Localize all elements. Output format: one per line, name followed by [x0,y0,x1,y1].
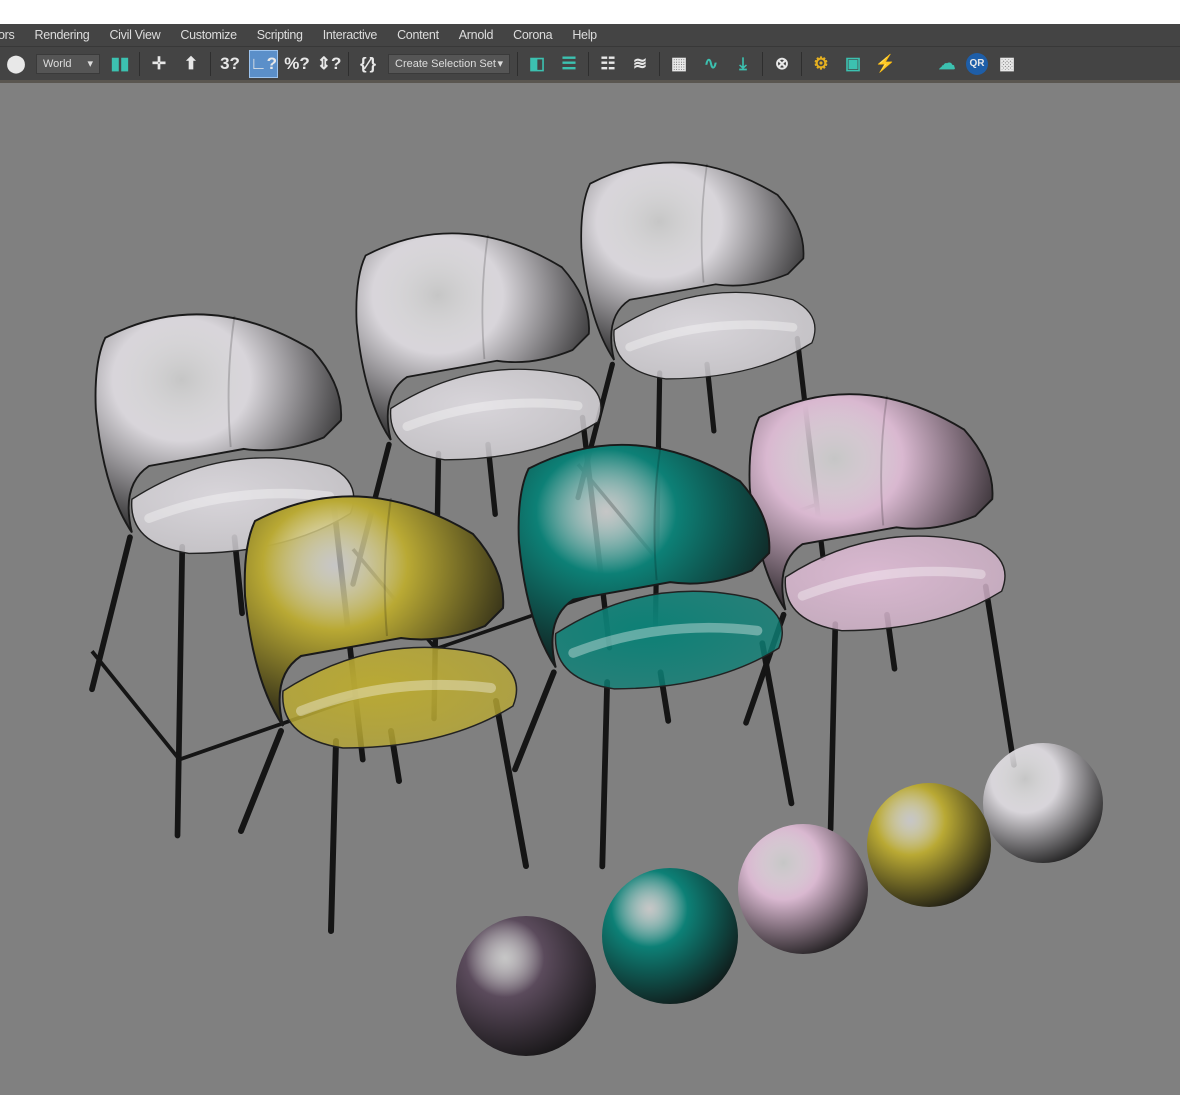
spinner-snap-icon[interactable]: ⇕? [316,51,342,77]
chair-leg [982,583,1017,768]
chair-leg [89,534,133,693]
chair-leg [493,698,529,869]
menu-bar: ors Rendering Civil View Customize Scrip… [0,24,1180,47]
material-sphere-white [983,743,1103,863]
menu-item-customize[interactable]: Customize [170,28,246,42]
menu-item-corona[interactable]: Corona [503,28,562,42]
material-sphere-teal [602,868,738,1004]
perspective-viewport[interactable] [0,83,1180,1095]
chevron-down-icon: ▾ [497,58,504,70]
material-sphere-purple [456,916,596,1056]
separator [348,51,350,76]
named-selection-set-value: Create Selection Set [395,57,496,70]
separator [588,51,590,76]
main-toolbar: ⬤ World ▾ ▮▮ ✛ ⬆ 3? ∟? %? ⇕? {⁄} Create … [0,47,1180,83]
keyboard-shortcut-override-icon[interactable]: ⬆ [178,51,204,77]
qr-icon[interactable]: QR [966,52,989,75]
chair-leg [174,543,186,839]
layer-explorer-icon[interactable]: ≋ [627,51,653,77]
chair-leg [328,738,339,934]
menu-item-rendering[interactable]: Rendering [24,28,99,42]
rendered-frame-window-icon[interactable]: ▣ [840,51,866,77]
toggle-ribbon-icon[interactable]: ▦ [666,51,692,77]
menu-item-help[interactable]: Help [562,28,607,42]
chair-seat [282,646,518,749]
reference-coordinate-dropdown[interactable]: World ▾ [36,53,100,74]
chair-leg [512,669,557,773]
menu-item-content[interactable]: Content [387,28,449,42]
angle-snap-icon[interactable]: ∟? [249,49,279,78]
schematic-view-icon[interactable]: ⊗ [769,51,795,77]
chair-seat [390,368,602,461]
scene-render [89,161,1103,1056]
separator [659,51,661,76]
snaps-toggle-icon[interactable]: 3? [217,51,243,77]
chair-leg [599,679,611,870]
chair-leg [759,640,795,807]
chair-seat [554,590,783,690]
reference-coordinate-value: World [43,57,72,70]
use-pivot-center-icon[interactable]: ▮▮ [107,51,133,77]
chair-leg [827,621,839,833]
named-selection-set-dropdown[interactable]: Create Selection Set ▾ [388,53,511,74]
edit-named-selection-icon[interactable]: {⁄} [355,51,381,77]
dining-chair-yellow[interactable] [238,495,529,934]
chevron-down-icon: ▾ [87,58,93,70]
chair-seat [613,291,816,380]
chair-leg [238,728,284,834]
menu-item-civil-view[interactable]: Civil View [99,28,170,42]
render-production-icon[interactable]: ⚡ [872,51,898,77]
dope-sheet-icon[interactable]: ⤓ [730,51,756,77]
separator [139,51,140,76]
separator [517,51,519,76]
material-sphere-pink [738,824,868,954]
separator [210,51,211,76]
top-strip [0,0,1180,24]
curve-editor-icon[interactable]: ∿ [698,51,724,77]
menu-item-editors[interactable]: ors [0,28,24,42]
mirror-icon[interactable]: ◧ [524,51,550,77]
material-sphere-yellow [867,783,991,907]
separator [801,51,803,76]
chair-seat [784,535,1006,632]
separator [762,51,764,76]
select-manipulate-icon[interactable]: ✛ [146,51,172,77]
menu-item-arnold[interactable]: Arnold [449,28,503,42]
menu-item-scripting[interactable]: Scripting [247,28,313,42]
menu-item-interactive[interactable]: Interactive [313,28,387,42]
render-grid-icon[interactable]: ▩ [994,51,1020,77]
percent-snap-icon[interactable]: %? [284,51,310,77]
render-cloud-icon[interactable]: ☁ [934,51,960,77]
render-setup-icon[interactable]: ⚙ [808,51,834,77]
select-and-link-icon[interactable]: ⬤ [3,51,29,77]
dining-chair-teal[interactable] [512,443,795,870]
scene-explorer-icon[interactable]: ☷ [595,51,621,77]
align-icon[interactable]: ☰ [556,51,582,77]
